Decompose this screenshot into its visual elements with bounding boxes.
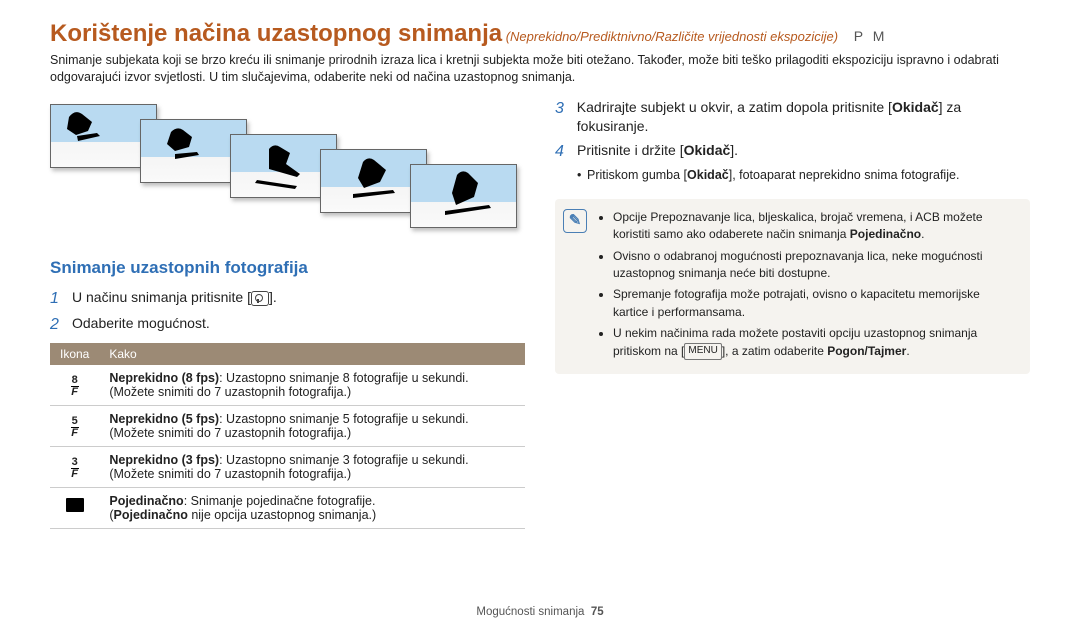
drive-mode-icon xyxy=(251,291,269,306)
th-how: Kako xyxy=(99,343,525,365)
table-row: Pojedinačno: Snimanje pojedinačne fotogr… xyxy=(50,487,525,528)
info-icon: ✎ xyxy=(563,209,587,233)
row-desc: Pojedinačno: Snimanje pojedinačne fotogr… xyxy=(99,487,525,528)
page-footer: Mogućnosti snimanja 75 xyxy=(0,606,1080,618)
menu-button-icon: MENU xyxy=(684,343,721,360)
row-icon: 5F xyxy=(50,405,99,446)
step-4: 4 Pritisnite i držite [Okidač]. xyxy=(555,141,1030,163)
options-table: Ikona Kako 8F Neprekidno (8 fps): Uzasto… xyxy=(50,343,525,529)
table-row: 5F Neprekidno (5 fps): Uzastopno snimanj… xyxy=(50,405,525,446)
note-list: Opcije Prepoznavanje lica, bljeskalica, … xyxy=(597,209,1018,364)
note-item: U nekim načinima rada možete postaviti o… xyxy=(613,325,1018,360)
step-3-text: Kadrirajte subjekt u okvir, a zatim dopo… xyxy=(577,98,1030,137)
step-2: 2 Odaberite mogućnost. xyxy=(50,314,525,336)
row-desc: Neprekidno (8 fps): Uzastopno snimanje 8… xyxy=(99,365,525,406)
table-row: 8F Neprekidno (8 fps): Uzastopno snimanj… xyxy=(50,365,525,406)
title-main: Korištenje načina uzastopnog snimanja xyxy=(50,20,502,47)
row-icon xyxy=(50,487,99,528)
section-heading: Snimanje uzastopnih fotografija xyxy=(50,258,525,278)
th-icon: Ikona xyxy=(50,343,99,365)
left-column: Snimanje uzastopnih fotografija 1 U nači… xyxy=(50,98,525,529)
note-item: Opcije Prepoznavanje lica, bljeskalica, … xyxy=(613,209,1018,244)
table-row: 3F Neprekidno (3 fps): Uzastopno snimanj… xyxy=(50,446,525,487)
row-desc: Neprekidno (5 fps): Uzastopno snimanje 5… xyxy=(99,405,525,446)
step-1-text: U načinu snimanja pritisnite []. xyxy=(72,288,277,310)
mode-indicator: P M xyxy=(854,28,888,44)
title-subtitle: (Neprekidno/Prediktnivno/Različite vrije… xyxy=(506,29,838,44)
step-number: 3 xyxy=(555,98,569,137)
step-number: 2 xyxy=(50,314,64,336)
step-4-text: Pritisnite i držite [Okidač]. xyxy=(577,141,738,163)
step-3: 3 Kadrirajte subjekt u okvir, a zatim do… xyxy=(555,98,1030,137)
step-2-text: Odaberite mogućnost. xyxy=(72,314,210,336)
note-item: Spremanje fotografija može potrajati, ov… xyxy=(613,286,1018,321)
note-item: Ovisno o odabranoj mogućnosti prepoznava… xyxy=(613,248,1018,283)
row-icon: 3F xyxy=(50,446,99,487)
note-box: ✎ Opcije Prepoznavanje lica, bljeskalica… xyxy=(555,199,1030,374)
step-4-substep: Pritiskom gumba [Okidač], fotoaparat nep… xyxy=(587,167,1030,185)
burst-thumbnails xyxy=(50,104,525,244)
row-icon: 8F xyxy=(50,365,99,406)
right-column: 3 Kadrirajte subjekt u okvir, a zatim do… xyxy=(555,98,1030,529)
step-1: 1 U načinu snimanja pritisnite []. xyxy=(50,288,525,310)
page-title: Korištenje načina uzastopnog snimanja (N… xyxy=(50,20,1030,48)
step-number: 1 xyxy=(50,288,64,310)
intro-paragraph: Snimanje subjekata koji se brzo kreću il… xyxy=(50,52,1030,86)
row-desc: Neprekidno (3 fps): Uzastopno snimanje 3… xyxy=(99,446,525,487)
step-number: 4 xyxy=(555,141,569,163)
